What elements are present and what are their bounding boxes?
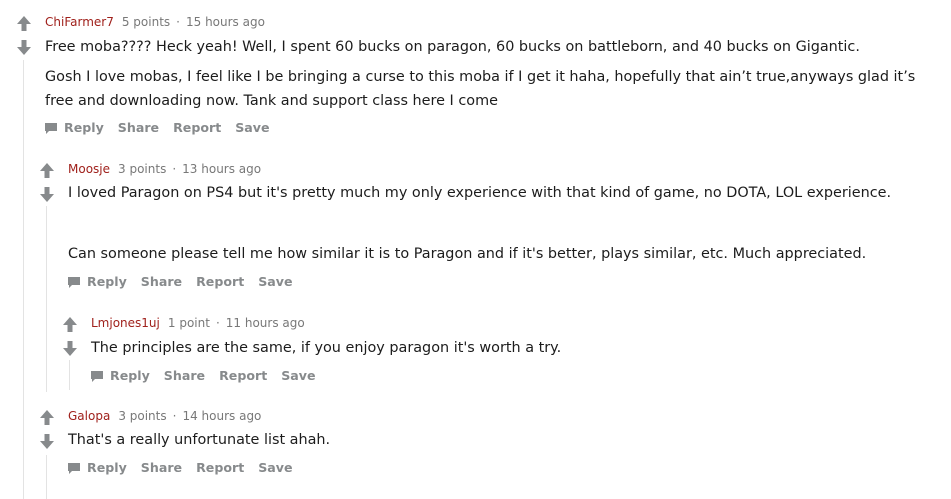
comment-body: That's a really unfortunate list ahah. <box>68 428 868 452</box>
points-count: 5 points <box>121 15 171 29</box>
arrow-down-icon[interactable] <box>60 338 80 358</box>
meta-separator: · <box>172 162 177 176</box>
save-button[interactable]: Save <box>258 274 292 289</box>
thread-line-galopa[interactable] <box>46 455 47 499</box>
reply-button[interactable]: Reply <box>110 368 150 383</box>
speech-bubble-icon <box>45 123 57 134</box>
comment-actions: Reply Share Report Save <box>68 458 307 476</box>
comment-paragraph: The principles are the same, if you enjo… <box>91 340 562 356</box>
reply-button[interactable]: Reply <box>87 460 127 475</box>
share-button[interactable]: Share <box>118 120 159 135</box>
report-button[interactable]: Report <box>173 120 221 135</box>
timestamp[interactable]: 13 hours ago <box>182 162 261 176</box>
comment-paragraph: Can someone please tell me how similar i… <box>68 246 867 262</box>
comment-paragraph: Gosh I love mobas, I feel like I be brin… <box>45 69 916 109</box>
report-button[interactable]: Report <box>196 274 244 289</box>
share-button[interactable]: Share <box>141 460 182 475</box>
meta-separator: · <box>215 316 220 330</box>
share-button[interactable]: Share <box>141 274 182 289</box>
save-button[interactable]: Save <box>281 368 315 383</box>
speech-bubble-icon <box>91 371 103 382</box>
share-button[interactable]: Share <box>164 368 205 383</box>
speech-bubble-icon <box>68 463 80 474</box>
speech-bubble-icon <box>68 277 80 288</box>
comment-body: Free moba???? Heck yeah! Well, I spent 6… <box>45 35 925 113</box>
points-count: 1 point <box>167 316 210 330</box>
comment-actions: Reply Share Report Save <box>68 272 307 290</box>
comment-paragraph: That's a really unfortunate list ahah. <box>68 432 331 448</box>
report-button[interactable]: Report <box>219 368 267 383</box>
arrow-down-icon[interactable] <box>14 37 34 57</box>
reply-button[interactable]: Reply <box>87 274 127 289</box>
arrow-down-icon[interactable] <box>37 431 57 451</box>
comment-actions: Reply Share Report Save <box>45 118 284 136</box>
points-count: 3 points <box>118 162 167 176</box>
arrow-down-icon[interactable] <box>37 184 57 204</box>
arrow-up-icon[interactable] <box>37 161 57 181</box>
arrow-up-icon[interactable] <box>37 408 57 428</box>
comment-paragraph: I loved Paragon on PS4 but it's pretty m… <box>68 185 892 201</box>
points-count: 3 points <box>118 409 167 423</box>
author-link[interactable]: Moosje <box>68 162 110 176</box>
timestamp[interactable]: 15 hours ago <box>186 15 265 29</box>
comment-body: The principles are the same, if you enjo… <box>91 336 891 360</box>
thread-line-lmjones[interactable] <box>69 360 70 390</box>
comment-meta: Lmjones1uj 1 point · 11 hours ago <box>91 315 305 331</box>
author-link[interactable]: Galopa <box>68 409 110 423</box>
author-link[interactable]: ChiFarmer7 <box>45 15 114 29</box>
comment-meta: Moosje 3 points · 13 hours ago <box>68 161 261 177</box>
thread-line-moosje[interactable] <box>46 206 47 392</box>
save-button[interactable]: Save <box>235 120 269 135</box>
meta-separator: · <box>176 15 180 29</box>
thread-line-root[interactable] <box>23 60 24 499</box>
timestamp[interactable]: 11 hours ago <box>226 316 305 330</box>
comment-actions: Reply Share Report Save <box>91 366 330 384</box>
timestamp[interactable]: 14 hours ago <box>182 409 261 423</box>
meta-separator: · <box>172 409 177 423</box>
comment-body: I loved Paragon on PS4 but it's pretty m… <box>68 181 928 266</box>
arrow-up-icon[interactable] <box>14 14 34 34</box>
reply-button[interactable]: Reply <box>64 120 104 135</box>
comment-meta: Galopa 3 points · 14 hours ago <box>68 408 261 424</box>
arrow-up-icon[interactable] <box>60 315 80 335</box>
comment-meta: ChiFarmer7 5 points · 15 hours ago <box>45 14 265 30</box>
author-link[interactable]: Lmjones1uj <box>91 316 160 330</box>
report-button[interactable]: Report <box>196 460 244 475</box>
comment-paragraph: Free moba???? Heck yeah! Well, I spent 6… <box>45 39 860 55</box>
save-button[interactable]: Save <box>258 460 292 475</box>
